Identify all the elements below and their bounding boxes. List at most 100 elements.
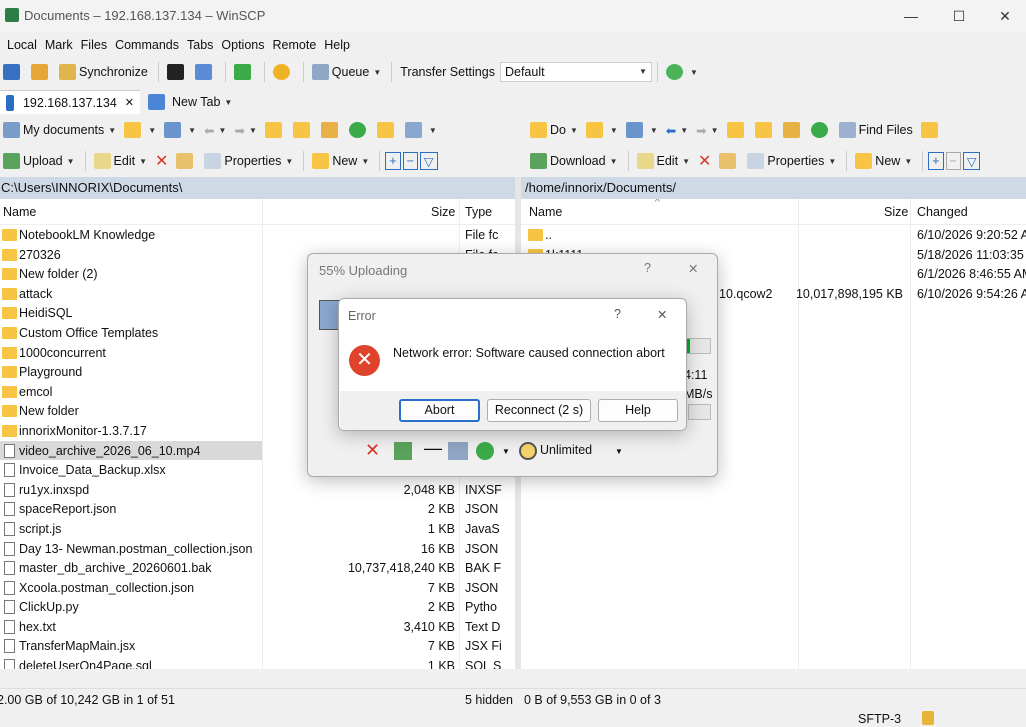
transfer-settings-select[interactable]: Default ▼ bbox=[499, 62, 652, 82]
local-forward-button[interactable]: ➡ ▼ bbox=[231, 118, 259, 142]
remote-select-button[interactable]: + bbox=[928, 152, 944, 170]
table-row[interactable]: ru1yx.inxspd 2,048 KB INXSF bbox=[0, 480, 515, 500]
remote-delete-button[interactable]: ✕ bbox=[695, 149, 714, 173]
move-to-background-button[interactable]: — bbox=[424, 438, 442, 459]
remote-forward-button[interactable]: ➡ ▼ bbox=[693, 118, 721, 142]
error-close-button[interactable]: ✕ bbox=[657, 307, 667, 322]
remote-home-button[interactable] bbox=[780, 118, 806, 142]
remote-filter-button[interactable]: ▼ bbox=[623, 118, 661, 142]
remote-rename-button[interactable] bbox=[716, 149, 742, 173]
remote-properties-button[interactable]: Properties ▼ bbox=[744, 149, 839, 173]
col-name[interactable]: Name bbox=[529, 205, 562, 219]
help-button[interactable]: Help bbox=[598, 399, 678, 422]
putty-button[interactable] bbox=[192, 60, 218, 84]
progress-cancel-button[interactable]: ✕ bbox=[365, 440, 380, 461]
remote-new-button[interactable]: New ▼ bbox=[852, 149, 915, 173]
menu-commands[interactable]: Commands bbox=[115, 38, 179, 52]
local-unselect-button[interactable]: − bbox=[402, 152, 418, 170]
remote-unselect-button[interactable]: − bbox=[945, 152, 961, 170]
remote-back-button[interactable]: ⬅ ▼ bbox=[663, 118, 691, 142]
abort-button[interactable]: Abort bbox=[399, 399, 480, 422]
table-row[interactable]: spaceReport.json 2 KB JSON bbox=[0, 499, 515, 519]
sync-browse-button[interactable] bbox=[28, 60, 54, 84]
progress-close-button[interactable]: ✕ bbox=[688, 261, 698, 276]
tab-new[interactable]: New Tab ▼ bbox=[142, 90, 242, 114]
local-filter-button[interactable]: ▼ bbox=[161, 118, 199, 142]
progress-help-button[interactable]: ? bbox=[644, 261, 651, 275]
menu-mark[interactable]: Mark bbox=[45, 38, 73, 52]
error-help-button[interactable]: ? bbox=[614, 307, 621, 321]
terminal-button[interactable] bbox=[164, 60, 190, 84]
maximize-button[interactable]: ☐ bbox=[936, 0, 982, 32]
sync-options-button[interactable]: ▼ bbox=[663, 60, 701, 84]
table-row[interactable]: deleteUserOn4Page.sql 1 KB SQL S bbox=[0, 656, 515, 669]
menu-help[interactable]: Help bbox=[324, 38, 350, 52]
col-size[interactable]: Size bbox=[884, 205, 908, 219]
synchronize-button[interactable]: Synchronize bbox=[56, 60, 151, 84]
local-location-select[interactable]: My documents ▼ bbox=[0, 118, 119, 142]
remote-parent-button[interactable] bbox=[724, 118, 750, 142]
local-properties-button[interactable]: Properties ▼ bbox=[201, 149, 296, 173]
local-new-button[interactable]: New ▼ bbox=[309, 149, 372, 173]
local-filter-select-button[interactable]: ▽ bbox=[419, 152, 438, 170]
remote-location-select[interactable]: Do ▼ bbox=[527, 118, 581, 142]
download-button[interactable]: Download ▼ bbox=[527, 149, 621, 173]
tab-session[interactable]: 192.168.137.134 ✕ bbox=[0, 90, 140, 114]
remote-path[interactable]: /home/innorix/Documents/ bbox=[521, 177, 1026, 199]
menu-options[interactable]: Options bbox=[221, 38, 264, 52]
local-tree-button[interactable] bbox=[374, 118, 400, 142]
col-type[interactable]: Type bbox=[465, 205, 492, 219]
preferences-button[interactable] bbox=[270, 60, 296, 84]
once-done-icon[interactable] bbox=[476, 442, 494, 460]
local-path[interactable]: C:\Users\INNORIX\Documents\ bbox=[0, 177, 515, 199]
find-files-button[interactable]: Find Files bbox=[836, 118, 916, 142]
refresh-session-button[interactable] bbox=[231, 60, 257, 84]
reconnect-button[interactable]: Reconnect (2 s) bbox=[487, 399, 591, 422]
close-tab-icon[interactable]: ✕ bbox=[125, 96, 134, 109]
minimize-to-queue-icon[interactable] bbox=[394, 442, 412, 460]
queue-button[interactable]: Queue ▼ bbox=[309, 60, 384, 84]
menu-files[interactable]: Files bbox=[81, 38, 107, 52]
file-type: BAK F bbox=[465, 561, 502, 576]
local-home-button[interactable] bbox=[318, 118, 344, 142]
menu-local[interactable]: Local bbox=[7, 38, 37, 52]
local-hidden-count[interactable]: 5 hidden bbox=[465, 693, 513, 707]
local-refresh-button[interactable] bbox=[346, 118, 372, 142]
col-changed[interactable]: Changed bbox=[917, 205, 968, 219]
table-row[interactable]: script.js 1 KB JavaS bbox=[0, 519, 515, 539]
local-root-button[interactable] bbox=[290, 118, 316, 142]
menu-tabs[interactable]: Tabs bbox=[187, 38, 213, 52]
table-row[interactable]: master_db_archive_20260601.bak 10,737,418… bbox=[0, 558, 515, 578]
table-row[interactable]: NotebookLM Knowledge File fc bbox=[0, 225, 515, 245]
queue-icon[interactable] bbox=[448, 442, 468, 460]
local-delete-button[interactable]: ✕ bbox=[152, 149, 171, 173]
local-select-button[interactable]: + bbox=[385, 152, 401, 170]
remote-open-button[interactable]: ▼ bbox=[583, 118, 621, 142]
local-back-button[interactable]: ⬅ ▼ bbox=[201, 118, 229, 142]
remote-root-button[interactable] bbox=[752, 118, 778, 142]
local-edit-button[interactable]: Edit ▼ bbox=[91, 149, 150, 173]
remote-edit-button[interactable]: Edit ▼ bbox=[634, 149, 693, 173]
table-row[interactable]: .. 6/10/2026 9:20:52 AM bbox=[521, 225, 1026, 245]
table-row[interactable]: ClickUp.py 2 KB Pytho bbox=[0, 597, 515, 617]
local-parent-button[interactable] bbox=[262, 118, 288, 142]
col-size[interactable]: Size bbox=[431, 205, 455, 219]
minimize-button[interactable]: — bbox=[888, 0, 934, 32]
upload-button[interactable]: Upload ▼ bbox=[0, 149, 78, 173]
remote-filter-select-button[interactable]: ▽ bbox=[962, 152, 981, 170]
local-rename-button[interactable] bbox=[173, 149, 199, 173]
speed-limit-select[interactable]: Unlimited bbox=[540, 443, 592, 457]
table-row[interactable]: Xcoola.postman_collection.json 7 KB JSON bbox=[0, 578, 515, 598]
table-row[interactable]: TransferMapMain.jsx 7 KB JSX Fi bbox=[0, 636, 515, 656]
local-open-button[interactable]: ▼ bbox=[121, 118, 159, 142]
table-row[interactable]: Day 13- Newman.postman_collection.json 16… bbox=[0, 539, 515, 559]
compare-button[interactable] bbox=[0, 60, 26, 84]
table-row[interactable]: hex.txt 3,410 KB Text D bbox=[0, 617, 515, 637]
menu-remote[interactable]: Remote bbox=[273, 38, 317, 52]
close-button[interactable]: ✕ bbox=[982, 0, 1026, 32]
col-name[interactable]: Name bbox=[3, 205, 36, 219]
remote-refresh-button[interactable] bbox=[808, 118, 834, 142]
remote-tree-button[interactable] bbox=[918, 118, 944, 142]
local-view-button[interactable]: ▼ bbox=[402, 118, 440, 142]
table-row[interactable]: video_archive_2026_06_10.mp4 bbox=[0, 440, 262, 461]
